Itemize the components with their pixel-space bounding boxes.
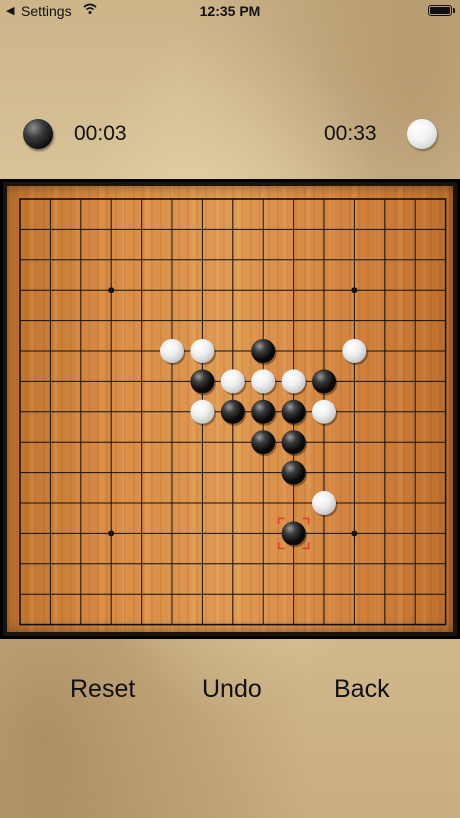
black-stone — [281, 460, 308, 487]
black-stone — [281, 521, 308, 548]
board-grid[interactable] — [7, 186, 453, 632]
star-point — [108, 287, 115, 294]
star-point — [351, 287, 358, 294]
black-stone — [220, 399, 247, 426]
status-bar: ◀ Settings 12:35 PM — [0, 0, 460, 22]
clock: 12:35 PM — [199, 3, 261, 19]
black-stone — [251, 399, 277, 426]
back-button[interactable]: Back — [328, 674, 396, 705]
black-timer: 00:03 — [74, 122, 127, 145]
white-stone — [220, 369, 247, 396]
white-stone — [281, 369, 308, 396]
black-stone — [312, 369, 338, 396]
undo-button[interactable]: Undo — [196, 674, 268, 705]
star-point — [108, 530, 115, 537]
board-frame — [0, 179, 460, 639]
white-stone — [160, 339, 186, 365]
battery-icon — [428, 5, 455, 16]
white-timer: 00:33 — [324, 122, 377, 145]
black-stone-icon — [23, 119, 53, 149]
black-stone — [251, 430, 277, 457]
black-stone — [281, 399, 308, 426]
black-stone — [190, 369, 216, 396]
black-stone — [251, 339, 277, 365]
white-stone-icon — [407, 119, 437, 149]
white-stone — [190, 339, 216, 365]
reset-button[interactable]: Reset — [64, 674, 141, 705]
white-stone — [312, 399, 338, 426]
white-stone — [251, 369, 277, 396]
star-point — [351, 530, 358, 537]
white-stone — [312, 491, 338, 517]
game-board[interactable] — [7, 186, 453, 632]
black-stone — [281, 430, 308, 457]
white-stone — [342, 339, 368, 365]
white-stone — [190, 399, 216, 426]
